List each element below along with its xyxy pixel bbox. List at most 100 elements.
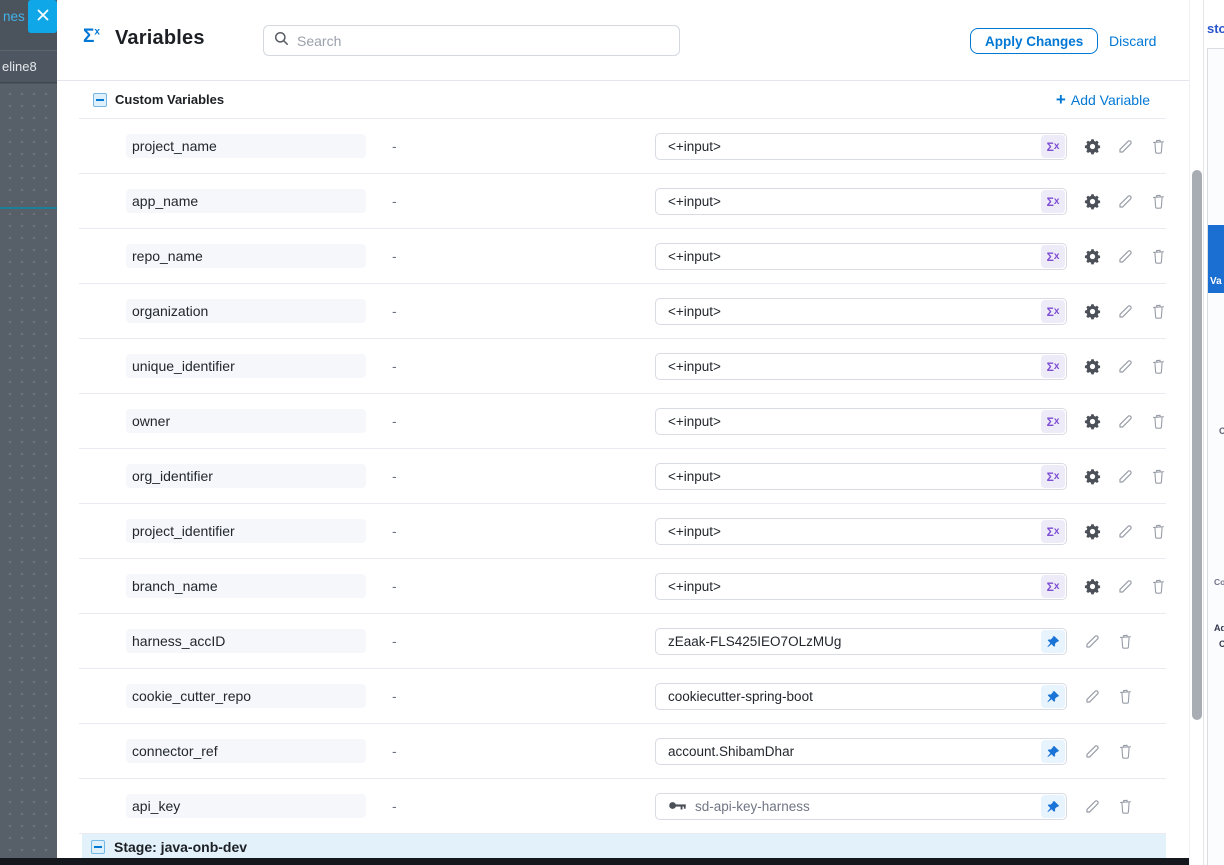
search-icon xyxy=(274,31,289,51)
variable-settings-button[interactable] xyxy=(1083,468,1101,486)
edit-variable-button[interactable] xyxy=(1116,193,1134,211)
variable-value-input[interactable]: <+input> Σx xyxy=(655,298,1067,325)
runtime-input-icon[interactable]: Σx xyxy=(1041,410,1065,433)
search-input[interactable] xyxy=(297,33,669,49)
discard-button[interactable]: Discard xyxy=(1109,33,1156,49)
variable-settings-button[interactable] xyxy=(1083,193,1101,211)
pipelines-breadcrumb-partial[interactable]: nes xyxy=(3,9,25,24)
variable-value-input[interactable]: <+input> Σx xyxy=(655,518,1067,545)
variable-value-input[interactable]: <+input> Σx xyxy=(655,188,1067,215)
variable-settings-button[interactable] xyxy=(1083,358,1101,376)
variable-value-input[interactable]: <+input> Σx xyxy=(655,133,1067,160)
runtime-input-icon[interactable]: Σx xyxy=(1041,135,1065,158)
canvas-divider-line xyxy=(0,207,57,209)
variable-value-input[interactable]: <+input> Σx xyxy=(655,408,1067,435)
variable-row: api_key - sd-api-key-harness Σx xyxy=(79,779,1166,834)
edit-variable-button[interactable] xyxy=(1083,633,1101,651)
fixed-value-pin-icon[interactable] xyxy=(1041,630,1065,653)
variable-settings-button[interactable] xyxy=(1083,248,1101,266)
edit-variable-button[interactable] xyxy=(1116,248,1134,266)
collapse-stage-icon[interactable] xyxy=(91,840,105,854)
variable-value-input[interactable]: sd-api-key-harness Σx xyxy=(655,793,1067,820)
runtime-input-icon[interactable]: Σx xyxy=(1041,245,1065,268)
delete-variable-button[interactable] xyxy=(1149,193,1167,211)
delete-variable-button[interactable] xyxy=(1149,303,1167,321)
search-box[interactable] xyxy=(263,25,680,56)
edit-variable-button[interactable] xyxy=(1083,798,1101,816)
runtime-input-icon[interactable]: Σx xyxy=(1041,465,1065,488)
edit-variable-button[interactable] xyxy=(1116,303,1134,321)
variable-name: project_identifier xyxy=(126,519,366,543)
variable-name: cookie_cutter_repo xyxy=(126,684,366,708)
runtime-input-icon[interactable]: Σx xyxy=(1041,520,1065,543)
variable-row: branch_name - <+input> Σx xyxy=(79,559,1166,614)
right-rail-top-link-partial[interactable]: stor xyxy=(1207,21,1224,36)
delete-variable-button[interactable] xyxy=(1149,413,1167,431)
variable-name: org_identifier xyxy=(126,464,366,488)
edit-variable-button[interactable] xyxy=(1116,413,1134,431)
delete-variable-button[interactable] xyxy=(1149,578,1167,596)
edit-variable-button[interactable] xyxy=(1116,358,1134,376)
add-variable-button[interactable]: + Add Variable xyxy=(1056,90,1150,110)
runtime-input-icon[interactable]: Σx xyxy=(1041,300,1065,323)
variable-value-input[interactable]: zEaak-FLS425IEO7OLzMUg Σx xyxy=(655,628,1067,655)
edit-variable-button[interactable] xyxy=(1116,138,1134,156)
variables-vertical-tab[interactable]: Va xyxy=(1208,225,1224,293)
variable-value-input[interactable]: account.ShibamDhar Σx xyxy=(655,738,1067,765)
variable-value-input[interactable]: <+input> Σx xyxy=(655,463,1067,490)
edit-variable-button[interactable] xyxy=(1116,578,1134,596)
variable-row: project_identifier - <+input> Σx xyxy=(79,504,1166,559)
right-rail-panel xyxy=(1207,48,1224,865)
variable-row: cookie_cutter_repo - cookiecutter-spring… xyxy=(79,669,1166,724)
delete-variable-button[interactable] xyxy=(1116,798,1134,816)
variable-required-value: - xyxy=(392,248,397,264)
edit-variable-button[interactable] xyxy=(1083,688,1101,706)
delete-variable-button[interactable] xyxy=(1149,523,1167,541)
variable-settings-button[interactable] xyxy=(1083,413,1101,431)
scrollbar-thumb[interactable] xyxy=(1192,170,1202,720)
variable-settings-button[interactable] xyxy=(1083,578,1101,596)
delete-variable-button[interactable] xyxy=(1116,688,1134,706)
variable-value-input[interactable]: <+input> Σx xyxy=(655,573,1067,600)
variable-required-value: - xyxy=(392,138,397,154)
variable-name: unique_identifier xyxy=(126,354,366,378)
pipeline-canvas-strip: nes eline8 xyxy=(0,0,57,865)
delete-variable-button[interactable] xyxy=(1149,358,1167,376)
apply-changes-button[interactable]: Apply Changes xyxy=(970,28,1098,54)
fixed-value-pin-icon[interactable] xyxy=(1041,685,1065,708)
variable-required-value: - xyxy=(392,468,397,484)
delete-variable-button[interactable] xyxy=(1149,138,1167,156)
runtime-input-icon[interactable]: Σx xyxy=(1041,190,1065,213)
stage-section-header[interactable]: Stage: java-onb-dev xyxy=(82,834,1166,859)
runtime-input-icon[interactable]: Σx xyxy=(1041,355,1065,378)
variables-vertical-tab-label: Va xyxy=(1210,276,1222,287)
collapse-section-icon[interactable] xyxy=(93,93,107,107)
close-panel-button[interactable] xyxy=(28,0,57,33)
delete-variable-button[interactable] xyxy=(1116,743,1134,761)
edit-variable-button[interactable] xyxy=(1116,468,1134,486)
delete-variable-button[interactable] xyxy=(1116,633,1134,651)
pipeline-tab-partial[interactable]: eline8 xyxy=(0,50,57,83)
edit-variable-button[interactable] xyxy=(1083,743,1101,761)
variable-name: app_name xyxy=(126,189,366,213)
variable-row: repo_name - <+input> Σx xyxy=(79,229,1166,284)
variable-value-input[interactable]: <+input> Σx xyxy=(655,353,1067,380)
edit-variable-button[interactable] xyxy=(1116,523,1134,541)
variable-value-text: <+input> xyxy=(668,579,721,594)
variable-settings-button[interactable] xyxy=(1083,303,1101,321)
delete-variable-button[interactable] xyxy=(1149,248,1167,266)
variable-value-text: sd-api-key-harness xyxy=(695,799,810,814)
fixed-value-pin-icon[interactable] xyxy=(1041,795,1065,818)
variable-name: harness_accID xyxy=(126,629,366,653)
bottom-edge-strip xyxy=(0,858,1189,865)
variable-settings-button[interactable] xyxy=(1083,523,1101,541)
variable-value-input[interactable]: <+input> Σx xyxy=(655,243,1067,270)
delete-variable-button[interactable] xyxy=(1149,468,1167,486)
variable-name: branch_name xyxy=(126,574,366,598)
variable-required-value: - xyxy=(392,523,397,539)
fixed-value-pin-icon[interactable] xyxy=(1041,740,1065,763)
variable-value-input[interactable]: cookiecutter-spring-boot Σx xyxy=(655,683,1067,710)
runtime-input-icon[interactable]: Σx xyxy=(1041,575,1065,598)
variable-settings-button[interactable] xyxy=(1083,138,1101,156)
plus-icon: + xyxy=(1056,90,1066,110)
